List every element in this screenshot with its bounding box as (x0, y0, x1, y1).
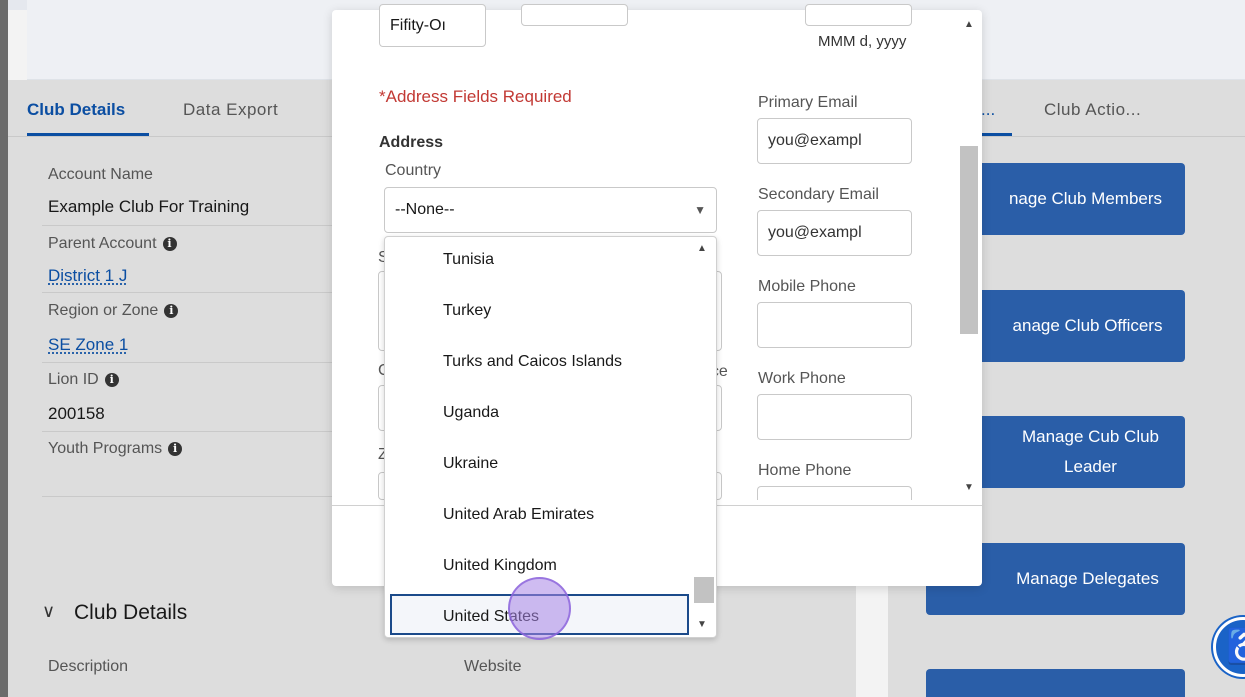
modal-scroll-thumb[interactable] (960, 146, 978, 334)
field-separator (42, 362, 332, 363)
work-phone-label: Work Phone (758, 370, 846, 387)
home-phone-label: Home Phone (758, 462, 852, 479)
country-select-value: --None-- (395, 201, 455, 218)
country-option-ukraine[interactable]: Ukraine (443, 455, 498, 473)
country-option-united-kingdom[interactable]: United Kingdom (443, 557, 557, 575)
tab-data-export[interactable]: Data Export (183, 100, 278, 120)
click-indicator (508, 577, 571, 640)
work-phone-input[interactable] (757, 394, 912, 440)
primary-email-label: Primary Email (758, 94, 858, 111)
primary-email-input[interactable]: you@exampl (757, 118, 912, 164)
partial-input[interactable] (521, 4, 628, 26)
region-label: Region or Zone i (48, 302, 179, 320)
field-separator (42, 431, 332, 432)
dropdown-scroll-up-arrow[interactable]: ▲ (697, 243, 707, 254)
chevron-down-icon[interactable]: ∨ (42, 601, 55, 622)
section-title-club-details[interactable]: Club Details (74, 601, 187, 625)
tab-club-details[interactable]: Club Details (27, 100, 125, 120)
address-required-notice: *Address Fields Required (379, 87, 572, 106)
address-label: Address (379, 134, 444, 151)
field-separator (42, 292, 332, 293)
info-icon[interactable]: i (162, 237, 177, 251)
name-input[interactable]: Fifity-Oı (379, 4, 486, 47)
country-option-uae[interactable]: United Arab Emirates (443, 506, 594, 524)
country-select[interactable]: --None-- ▼ (384, 187, 717, 233)
button-line-1: Manage Cub Club (1021, 427, 1160, 446)
tab-right-truncated[interactable]: ... (981, 100, 995, 120)
secondary-email-label: Secondary Email (758, 186, 879, 203)
scroll-down-arrow[interactable]: ▼ (964, 482, 974, 493)
account-name-value: Example Club For Training (48, 197, 250, 216)
info-icon[interactable]: i (164, 304, 179, 318)
region-link[interactable]: SE Zone 1 (48, 335, 128, 355)
chevron-down-icon: ▼ (694, 203, 706, 217)
country-option-turks-and-caicos[interactable]: Turks and Caicos Islands (443, 353, 622, 371)
account-name-label: Account Name (48, 166, 153, 183)
country-label: Country (385, 162, 442, 179)
date-input[interactable] (805, 4, 912, 26)
dropdown-scroll-down-arrow[interactable]: ▼ (697, 619, 707, 630)
info-icon[interactable]: i (104, 373, 119, 387)
side-button-partial[interactable] (926, 669, 1185, 697)
country-option-tunisia[interactable]: Tunisia (443, 251, 494, 269)
mobile-phone-label: Mobile Phone (758, 278, 856, 295)
country-dropdown-list[interactable]: Tunisia Turkey Turks and Caicos Islands … (384, 236, 717, 638)
parent-account-label: Parent Account i (48, 235, 177, 253)
date-format-hint: MMM d, yyyy (818, 33, 907, 50)
country-option-turkey[interactable]: Turkey (443, 302, 491, 320)
field-separator (42, 225, 332, 226)
youth-programs-label: Youth Programs i (48, 440, 183, 458)
info-icon[interactable]: i (168, 442, 183, 456)
lion-id-value: 200158 (48, 404, 105, 423)
country-option-uganda[interactable]: Uganda (443, 404, 499, 422)
lion-id-label: Lion ID i (48, 371, 119, 389)
description-label: Description (48, 658, 129, 675)
field-separator (42, 496, 332, 497)
tab-club-actions[interactable]: Club Actio... (1044, 100, 1141, 120)
home-phone-input[interactable] (757, 486, 912, 500)
secondary-email-input[interactable]: you@exampl (757, 210, 912, 256)
left-gutter (0, 0, 8, 697)
website-label: Website (464, 658, 522, 675)
scroll-up-arrow[interactable]: ▲ (964, 19, 974, 30)
button-line-2: Leader (1064, 457, 1117, 476)
parent-account-link[interactable]: District 1 J (48, 266, 127, 286)
mobile-phone-input[interactable] (757, 302, 912, 348)
dropdown-scroll-thumb[interactable] (694, 577, 714, 603)
